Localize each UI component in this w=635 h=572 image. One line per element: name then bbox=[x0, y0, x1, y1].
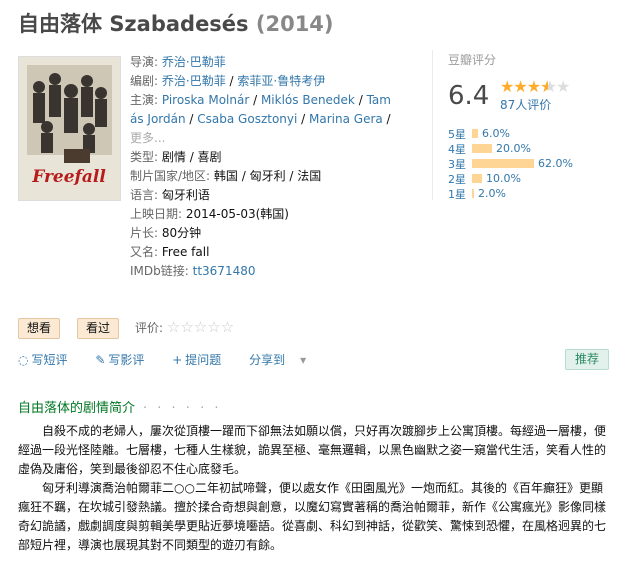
rating-score: 6.4 bbox=[448, 81, 490, 111]
language-value: 匈牙利语 bbox=[161, 188, 210, 202]
rating-dist-row: 5星 6.0% bbox=[448, 126, 623, 141]
comment-icon: ◌ bbox=[18, 353, 29, 367]
summary-paragraph: 自殺不成的老婦人，屢次從頂樓一躍而下卻無法如願以償，只好再次踱腳步上公寓頂樓。每… bbox=[18, 424, 607, 476]
writer-link[interactable]: 乔治·巴勒菲 bbox=[162, 74, 226, 88]
cast-link[interactable]: Tam bbox=[367, 93, 391, 107]
country-row: 制片国家/地区: 韩国 / 匈牙利 / 法国 bbox=[130, 169, 322, 183]
rating-dist-row: 3星 62.0% bbox=[448, 156, 623, 171]
cast-more-link[interactable]: 更多... bbox=[130, 131, 165, 145]
rating-dist-row: 2星 10.0% bbox=[448, 171, 623, 186]
seen-button[interactable]: 看过 bbox=[77, 318, 120, 339]
write-review-link[interactable]: ✎ 写影评 bbox=[95, 353, 156, 367]
poster-image: Freefall bbox=[19, 57, 120, 200]
rating-divider bbox=[432, 50, 433, 200]
summary-text: 自殺不成的老婦人，屢次從頂樓一躍而下卻無法如願以償，只好再次踱腳步上公寓頂樓。每… bbox=[18, 422, 608, 555]
cast-row: 主演: Piroska Molnár / Miklós Benedek / Ta… bbox=[130, 93, 391, 107]
rating-stars-icon: ★★★★★★ bbox=[500, 77, 570, 96]
rating-dist-bar bbox=[472, 129, 478, 138]
director-link[interactable]: 乔治·巴勒菲 bbox=[162, 55, 226, 69]
recommend-button[interactable]: 推荐 bbox=[565, 349, 609, 370]
cast-link[interactable]: Csaba Gosztonyi bbox=[197, 112, 297, 126]
runtime-row: 片长: 80分钟 bbox=[130, 226, 202, 240]
rate-star-icon[interactable]: ☆ bbox=[221, 318, 234, 336]
ask-question-link[interactable]: + 提问题 bbox=[172, 353, 233, 367]
language-row: 语言: 匈牙利语 bbox=[130, 188, 210, 202]
genre-row: 类型: 剧情 / 喜剧 bbox=[130, 150, 222, 164]
aka-value: Free fall bbox=[161, 245, 210, 259]
rating-dist-pct: 62.0% bbox=[538, 157, 573, 170]
plus-icon: + bbox=[172, 353, 183, 367]
cast-more-row: 更多... bbox=[130, 129, 375, 148]
share-dropdown[interactable]: 分享到 ▾ bbox=[249, 353, 318, 367]
rating-dist-pct: 20.0% bbox=[496, 142, 531, 155]
rating-dist-pct: 10.0% bbox=[486, 172, 521, 185]
rating-dist-row: 4星 20.0% bbox=[448, 141, 623, 156]
country-value: 韩国 / 匈牙利 / 法国 bbox=[213, 169, 322, 183]
poster-title: Freefall bbox=[31, 167, 106, 187]
rating-dist-label: 4星 bbox=[448, 142, 466, 156]
rating-dist-bar bbox=[472, 189, 474, 198]
imdb-link[interactable]: tt3671480 bbox=[193, 264, 256, 278]
rate-star-icon[interactable]: ☆ bbox=[194, 318, 207, 336]
write-short-review-link[interactable]: ◌ 写短评 bbox=[18, 353, 80, 367]
movie-title: 自由落体 Szabadesés (2014) bbox=[18, 8, 334, 38]
rating-dist-label: 5星 bbox=[448, 127, 466, 141]
rating-votes-link[interactable]: 87人评价 bbox=[500, 96, 551, 113]
heading-dots: · · · · · · bbox=[143, 401, 222, 416]
release-value: 2014-05-03(韩国) bbox=[185, 207, 289, 221]
genre-value: 剧情 / 喜剧 bbox=[161, 150, 222, 164]
rating-dist-bar bbox=[472, 159, 534, 168]
chevron-down-icon: ▾ bbox=[300, 353, 307, 367]
movie-poster[interactable]: Freefall bbox=[18, 56, 121, 201]
action-bar: ◌ 写短评 ✎ 写影评 + 提问题 分享到 ▾ bbox=[18, 351, 330, 368]
imdb-row: IMDb链接: tt3671480 bbox=[130, 264, 256, 278]
cast-link[interactable]: Marina Gera bbox=[309, 112, 383, 126]
rating-dist-label: 2星 bbox=[448, 172, 466, 186]
rating-dist-row: 1星 2.0% bbox=[448, 186, 623, 201]
summary-paragraph: 匈牙利導演喬治帕爾菲二○○二年初試啼聲，便以處女作《田園風光》一炮而紅。其後的《… bbox=[18, 481, 607, 552]
rate-star-icon[interactable]: ☆ bbox=[207, 318, 220, 336]
cast-link[interactable]: Piroska Molnár bbox=[162, 93, 249, 107]
title-year: (2014) bbox=[255, 12, 334, 36]
writer-link[interactable]: 索菲亚·鲁特考伊 bbox=[237, 74, 325, 88]
my-rating: 评价: ☆☆☆☆☆ bbox=[135, 318, 235, 336]
want-to-see-button[interactable]: 想看 bbox=[18, 318, 61, 339]
rating-dist-bar bbox=[472, 144, 492, 153]
movie-info: 导演: 乔治·巴勒菲 编剧: 乔治·巴勒菲 / 索菲亚·鲁特考伊 主演: Pir… bbox=[130, 53, 391, 281]
summary-heading: 自由落体的剧情简介 · · · · · · bbox=[18, 401, 222, 416]
rate-star-icon[interactable]: ☆ bbox=[180, 318, 193, 336]
rating-dist-pct: 6.0% bbox=[482, 127, 510, 140]
runtime-value: 80分钟 bbox=[161, 226, 202, 240]
pencil-icon: ✎ bbox=[95, 353, 106, 367]
release-row: 上映日期: 2014-05-03(韩国) bbox=[130, 207, 289, 221]
rating-label: 豆瓣评分 bbox=[448, 53, 497, 67]
cast-row-continued: ás Jordán / Csaba Gosztonyi / Marina Ger… bbox=[130, 112, 391, 126]
rating-dist-bar bbox=[472, 174, 482, 183]
rating-dist-pct: 2.0% bbox=[478, 187, 506, 200]
director-row: 导演: 乔治·巴勒菲 bbox=[130, 55, 226, 69]
rating-dist-label: 1星 bbox=[448, 187, 466, 201]
cast-link[interactable]: Miklós Benedek bbox=[261, 93, 355, 107]
rate-star-icon[interactable]: ☆ bbox=[167, 318, 180, 336]
rating-distribution: 5星 6.0% 4星 20.0% 3星 62.0% 2星 10.0% 1星 2.0% bbox=[448, 126, 623, 201]
rating-dist-label: 3星 bbox=[448, 157, 466, 171]
title-original: Szabadesés bbox=[109, 12, 249, 36]
title-cn: 自由落体 bbox=[18, 12, 102, 36]
aka-row: 又名: Free fall bbox=[130, 245, 210, 259]
rating-panel: 豆瓣评分 6.4 ★★★★★★ 87人评价 5星 6.0% 4星 20.0% 3星 62.… bbox=[448, 51, 618, 201]
cast-link[interactable]: ás Jordán bbox=[130, 112, 186, 126]
writers-row: 编剧: 乔治·巴勒菲 / 索菲亚·鲁特考伊 bbox=[130, 74, 326, 88]
